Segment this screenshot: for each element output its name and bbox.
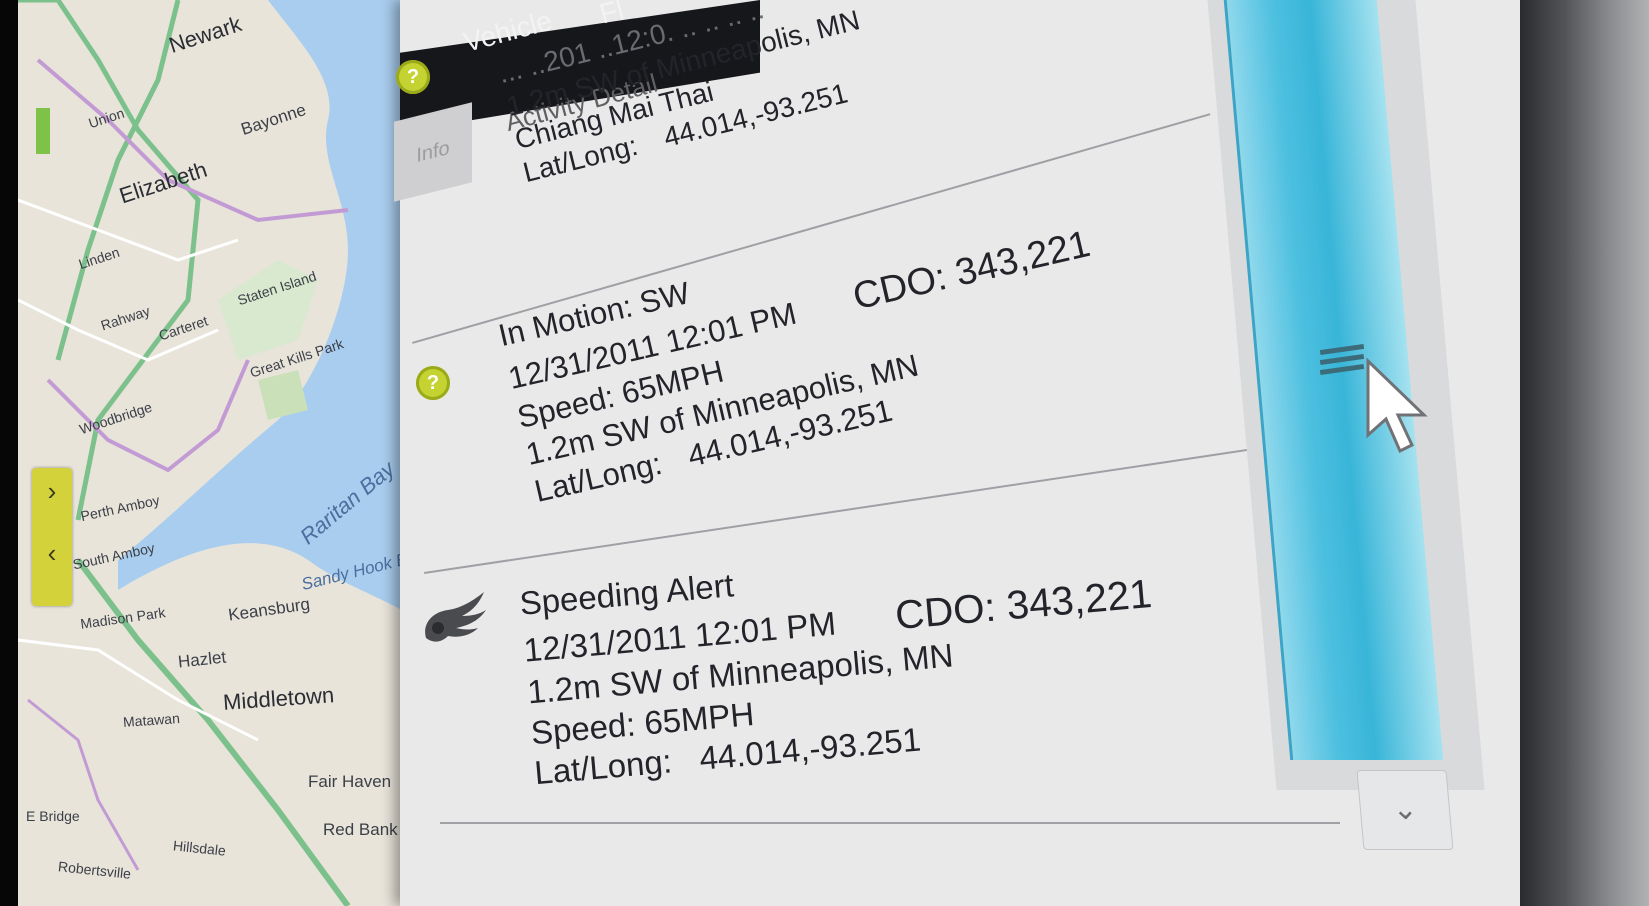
map-pan-control: › ‹ xyxy=(32,468,72,606)
vehicle-status-icon: ? xyxy=(396,60,430,94)
scroll-down-button[interactable]: ⌄ xyxy=(1356,770,1454,850)
activity-entry[interactable]: Speeding Alert 12/31/2011 12:01 PM CDO: 3… xyxy=(518,529,1164,793)
map-side-tab[interactable] xyxy=(36,108,50,154)
chevron-down-icon: ⌄ xyxy=(1390,793,1419,826)
scrollbar-grip-icon xyxy=(1319,342,1365,382)
mouse-pointer-icon xyxy=(1366,357,1428,454)
entry-divider xyxy=(440,822,1340,824)
map-graphic xyxy=(18,0,448,906)
monitor-bezel-right xyxy=(1520,0,1649,906)
pan-right-button[interactable]: › xyxy=(32,468,72,514)
activity-entry[interactable]: In Motion: SW 12/31/2011 12:01 PMCDO: 34… xyxy=(495,184,1120,510)
map-label: Fair Haven xyxy=(308,772,392,791)
pan-left-button[interactable]: ‹ xyxy=(32,530,72,576)
map-view[interactable]: Newark Elizabeth Bayonne Union Linden Ra… xyxy=(18,0,448,906)
speeding-alert-icon xyxy=(425,592,486,642)
map-label: E Bridge xyxy=(26,808,80,824)
monitor-bezel-left xyxy=(0,0,18,906)
map-label: Red Bank xyxy=(323,820,398,839)
in-motion-icon: ? xyxy=(416,366,450,400)
activity-detail-panel: ? Vehicle Fl Info Activity Detail ... ..… xyxy=(394,0,1520,906)
